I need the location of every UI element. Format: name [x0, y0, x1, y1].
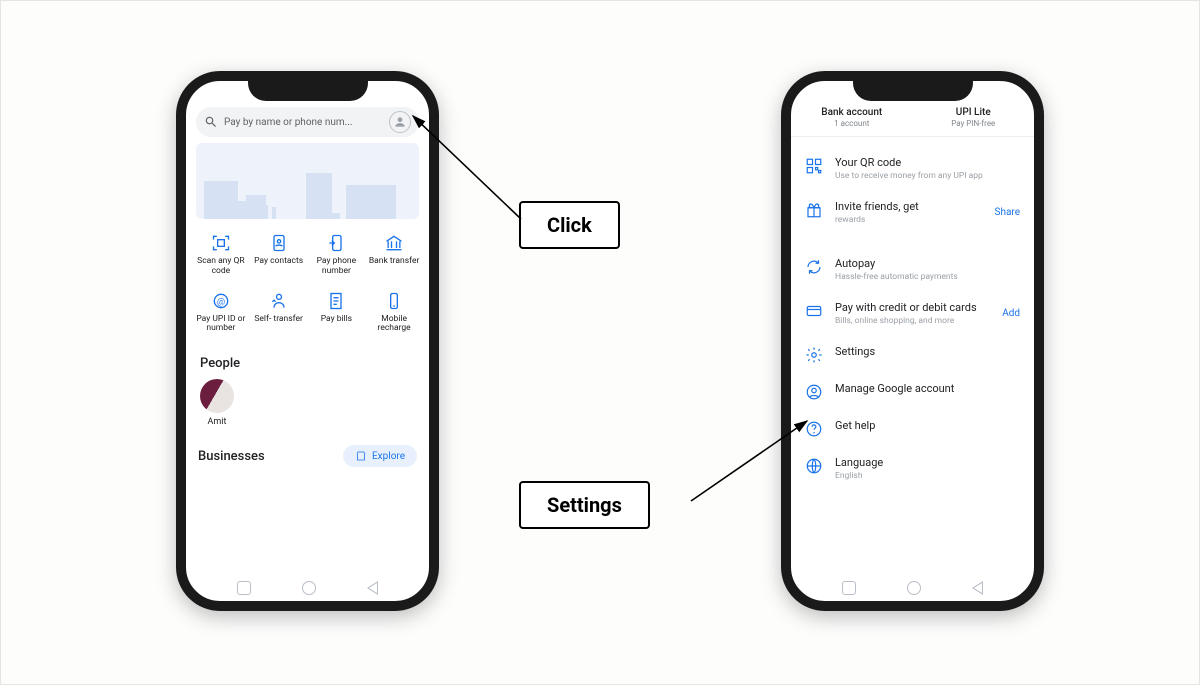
row-cards[interactable]: Pay with credit or debit cards Bills, on… — [791, 292, 1034, 336]
search-icon — [204, 115, 218, 129]
callout-settings: Settings — [519, 481, 650, 529]
profile-avatar-button[interactable] — [389, 111, 411, 133]
shop-icon — [355, 450, 367, 462]
person-amit[interactable]: Amit — [200, 379, 234, 427]
globe-icon — [805, 457, 823, 475]
row-get-help[interactable]: Get help — [791, 410, 1034, 447]
tab-bank-account[interactable]: Bank account 1 account — [791, 103, 913, 136]
action-label: Pay phone number — [309, 257, 363, 277]
android-nav-bar — [791, 579, 1034, 597]
callout-click: Click — [519, 201, 620, 249]
row-title: Pay with credit or debit cards — [835, 301, 990, 314]
quick-actions-grid: Scan any QR code Pay contacts Pay phone … — [192, 233, 423, 334]
profile-avatar-icon — [393, 115, 407, 129]
phone-mock-home: Pay by name or phone num... Scan any QR … — [176, 71, 439, 611]
nav-recent-icon[interactable] — [842, 581, 856, 595]
bank-icon — [384, 233, 404, 253]
help-icon — [805, 420, 823, 438]
phone-pay-icon — [326, 233, 346, 253]
row-title: Language — [835, 456, 1020, 469]
nav-home-icon[interactable] — [302, 581, 316, 595]
row-invite-friends[interactable]: Invite friends, get rewards Share — [791, 191, 1034, 235]
row-subtitle: rewards — [835, 215, 983, 226]
row-autopay[interactable]: Autopay Hassle-free automatic payments — [791, 248, 1034, 292]
nav-home-icon[interactable] — [907, 581, 921, 595]
person-avatar — [200, 379, 234, 413]
row-settings[interactable]: Settings — [791, 336, 1034, 373]
action-label: Pay UPI ID or number — [194, 315, 248, 335]
action-pay-contacts[interactable]: Pay contacts — [250, 233, 308, 277]
gift-icon — [805, 201, 823, 219]
upi-id-icon: @ — [211, 291, 231, 311]
tab-subtitle: Pay PIN-free — [913, 119, 1035, 128]
person-name: Amit — [208, 417, 227, 427]
add-link[interactable]: Add — [1002, 308, 1020, 319]
hero-illustration — [196, 143, 419, 219]
action-recharge[interactable]: Mobile recharge — [365, 291, 423, 335]
bills-icon — [326, 291, 346, 311]
nav-back-icon[interactable] — [972, 581, 983, 595]
recharge-icon — [384, 291, 404, 311]
people-row: Amit — [200, 379, 415, 427]
tab-title: UPI Lite — [913, 107, 1035, 118]
row-title: Invite friends, get — [835, 200, 983, 213]
action-pay-upi[interactable]: @ Pay UPI ID or number — [192, 291, 250, 335]
nav-back-icon[interactable] — [367, 581, 378, 595]
action-pay-bills[interactable]: Pay bills — [308, 291, 366, 335]
businesses-heading: Businesses — [198, 449, 265, 464]
qr-icon — [805, 157, 823, 175]
self-transfer-icon — [269, 291, 289, 311]
autopay-icon — [805, 258, 823, 276]
tab-upi-lite[interactable]: UPI Lite Pay PIN-free — [913, 103, 1035, 136]
row-subtitle: Hassle-free automatic payments — [835, 272, 1020, 283]
gear-icon — [805, 346, 823, 364]
action-self-transfer[interactable]: Self- transfer — [250, 291, 308, 335]
action-pay-phone[interactable]: Pay phone number — [308, 233, 366, 277]
search-placeholder: Pay by name or phone num... — [224, 117, 383, 128]
action-label: Self- transfer — [254, 315, 302, 325]
row-manage-google[interactable]: Manage Google account — [791, 373, 1034, 410]
action-scan-qr[interactable]: Scan any QR code — [192, 233, 250, 277]
action-label: Pay contacts — [254, 257, 303, 267]
row-language[interactable]: Language English — [791, 447, 1034, 491]
action-label: Mobile recharge — [367, 315, 421, 335]
share-link[interactable]: Share — [995, 207, 1020, 218]
row-subtitle: Use to receive money from any UPI app — [835, 171, 1020, 182]
explore-label: Explore — [372, 451, 405, 462]
svg-text:@: @ — [217, 297, 225, 307]
card-icon — [805, 302, 823, 320]
android-nav-bar — [186, 579, 429, 597]
explore-button[interactable]: Explore — [343, 445, 417, 467]
row-subtitle: English — [835, 471, 1020, 482]
phone-mock-settings: Bank account 1 account UPI Lite Pay PIN-… — [781, 71, 1044, 611]
action-label: Scan any QR code — [194, 257, 248, 277]
payment-method-tabs: Bank account 1 account UPI Lite Pay PIN-… — [791, 103, 1034, 137]
action-label: Bank transfer — [369, 257, 419, 267]
contacts-icon — [269, 233, 289, 253]
people-heading: People — [200, 356, 415, 371]
profile-menu-list: Your QR code Use to receive money from a… — [791, 147, 1034, 490]
row-subtitle: Bills, online shopping, and more — [835, 316, 990, 327]
action-label: Pay bills — [321, 315, 352, 325]
row-title: Manage Google account — [835, 382, 1020, 395]
row-qr-code[interactable]: Your QR code Use to receive money from a… — [791, 147, 1034, 191]
row-title: Get help — [835, 419, 1020, 432]
nav-recent-icon[interactable] — [237, 581, 251, 595]
row-title: Settings — [835, 345, 1020, 358]
tab-title: Bank account — [791, 107, 913, 118]
google-account-icon — [805, 383, 823, 401]
row-title: Autopay — [835, 257, 1020, 270]
row-title: Your QR code — [835, 156, 1020, 169]
tab-subtitle: 1 account — [791, 119, 913, 128]
action-bank-transfer[interactable]: Bank transfer — [365, 233, 423, 277]
search-bar[interactable]: Pay by name or phone num... — [196, 107, 419, 137]
qr-scan-icon — [211, 233, 231, 253]
